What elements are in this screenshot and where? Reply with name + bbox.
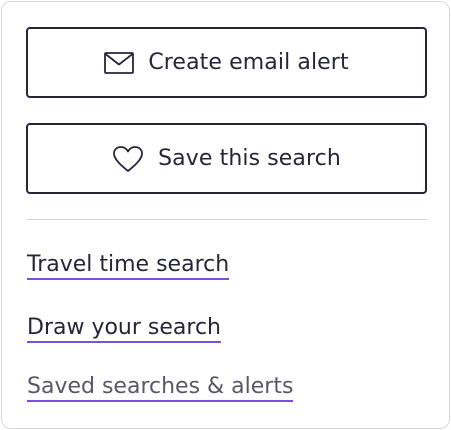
- create-email-alert-label: Create email alert: [148, 50, 349, 75]
- travel-time-search-link[interactable]: Travel time search: [27, 252, 230, 280]
- draw-your-search-link[interactable]: Draw your search: [27, 315, 221, 343]
- search-actions-card: Create email alert Save this search Trav…: [1, 1, 450, 429]
- envelope-icon: [104, 51, 135, 74]
- divider: [27, 219, 427, 220]
- create-email-alert-button[interactable]: Create email alert: [26, 27, 427, 98]
- save-this-search-label: Save this search: [158, 146, 341, 171]
- save-this-search-button[interactable]: Save this search: [26, 123, 427, 194]
- saved-searches-alerts-link[interactable]: Saved searches & alerts: [27, 374, 294, 402]
- heart-icon: [112, 145, 144, 173]
